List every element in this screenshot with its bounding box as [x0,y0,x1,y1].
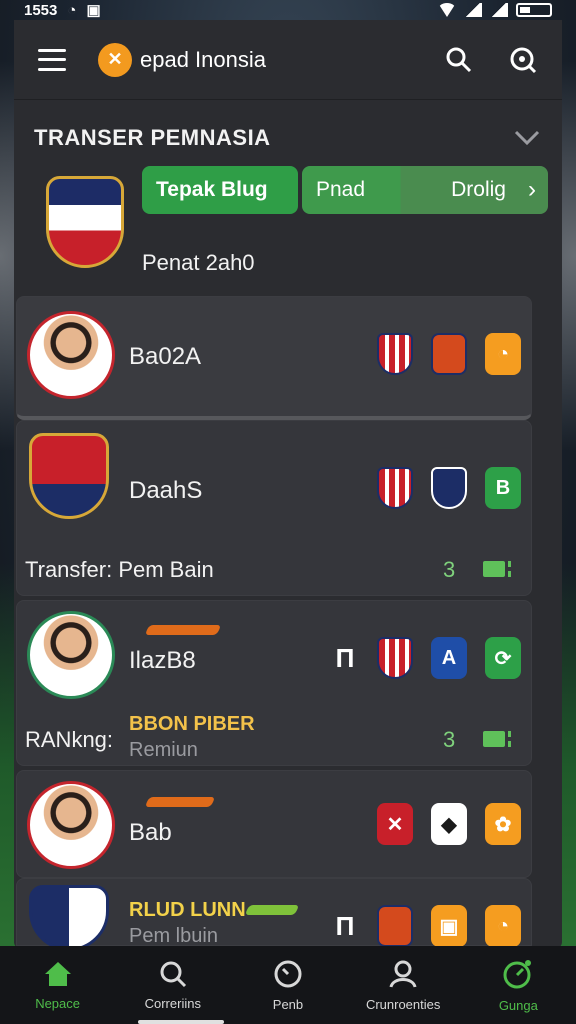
search-button[interactable] [444,45,474,75]
brush-stroke-decoration [144,625,222,635]
badge-b-button[interactable]: B [485,467,521,509]
nav-label: Penb [272,996,304,1012]
player-card[interactable]: IlazB8 Π A ⟳ RANkng: BBON PIBER Remiun 3 [16,600,532,766]
player-card[interactable]: RLUD LUNN Pem lbuin Π ▣ ◔ [16,878,532,951]
pill-secondary-a-label: Pnad [316,178,366,201]
brand: ✕ epad Inonsia [98,42,266,77]
player-name: DaahS [129,477,203,504]
signal-icon [464,3,482,17]
column-icon: Π [335,642,355,673]
notification-icon: ◔ [67,1,77,19]
home-indicator [138,1020,224,1024]
gallery-icon: ▣ [86,2,101,19]
player-name: IlazB8 [129,647,196,674]
team-crest-icon [29,885,109,951]
pill-secondary-b-label: Drolig [451,178,506,201]
app-title: epad Inonsia [140,46,266,72]
nav-search[interactable]: Correriins [118,960,228,1011]
nav-users[interactable]: Crunroenties [348,959,458,1012]
nav-label: Gunga [498,997,538,1013]
nav-clock[interactable]: Penb [233,959,343,1012]
player-avatar [27,311,115,399]
player-card[interactable]: Bab ✕ ◆ ✿ [16,770,532,878]
sub-title: RLUD LUNN [129,899,246,921]
pill-primary-label: Tepak Blug [156,178,268,201]
team-crest-icon [29,433,109,519]
player-name: Bab [129,819,172,846]
count-value: 3 [443,557,456,582]
sub-title: BBON PIBER [129,713,255,735]
nav-stopwatch[interactable]: Gunga [463,958,573,1013]
settings-search-icon [510,47,537,73]
pill-secondary-button[interactable]: Pnad Drolig › [302,166,548,214]
medal-icon[interactable]: ✿ [485,803,521,845]
refresh-icon[interactable]: ⟳ [485,637,521,679]
player-card[interactable]: Ba02A ◔ [16,296,532,420]
clock-icon [274,960,302,987]
status-time: 1553 [24,1,58,19]
team-subtitle: Penat 2ah0 [142,250,255,275]
filter-button[interactable] [508,45,538,75]
brush-stroke-decoration [244,905,300,915]
sub-text: Pem lbuin [129,925,218,947]
search-icon [160,961,186,987]
nav-label: Crunroenties [365,996,441,1012]
search-icon [446,47,472,72]
app-bar: ✕ epad Inonsia [14,20,562,100]
battery-icon [516,3,552,17]
club-badge-icon: ◆ [431,803,467,845]
transfer-line: Transfer: Pem Bain [25,557,214,582]
club-badge-icon: ▣ [431,905,467,947]
tools-icon: ✕ [377,803,413,845]
club-badge-icon [431,333,467,375]
progress-icon [483,731,517,747]
ranking-label: RANkng: [25,727,114,752]
chevron-right-icon: › [528,176,536,203]
club-badge-icon [377,905,413,947]
chevron-down-icon[interactable] [512,123,542,153]
sub-text: Remiun [129,739,198,761]
menu-button[interactable] [38,48,66,71]
player-avatar [27,611,115,699]
pill-primary-button[interactable]: Tepak Blug [142,166,298,214]
player-card[interactable]: DaahS B Transfer: Pem Bain 3 [16,420,532,596]
count-value: 3 [443,727,456,752]
nav-label: Nepace [35,995,80,1011]
stopwatch-icon [503,959,532,988]
bottom-navigation: Nepace Correriins Penb Crunroenties Gung… [0,946,576,1024]
signal-icon-2 [490,3,508,17]
wifi-icon [438,3,456,17]
nav-home[interactable]: Nepace [3,960,113,1011]
status-bar: 1553 ◔ ▣ [0,0,576,20]
stopwatch-icon[interactable]: ◔ [485,333,521,375]
progress-icon [483,561,517,577]
team-crest-icon [46,176,124,268]
club-badge-icon [377,637,413,679]
player-avatar [27,781,115,869]
section-title: TRANSER PEMNASIA [34,125,271,150]
timer-icon[interactable]: ◔ [485,905,521,947]
column-icon: Π [335,910,355,941]
club-badge-icon [431,467,467,509]
brush-stroke-decoration [144,797,216,807]
club-badge-icon [377,467,413,509]
nav-label: Correriins [144,995,201,1011]
player-name: Ba02A [129,343,202,370]
home-icon [44,961,71,986]
users-icon [389,960,417,988]
club-badge-icon [377,333,413,375]
brand-logo-icon: ✕ [98,42,132,77]
badge-a-button[interactable]: A [431,637,467,679]
team-header: Tepak Blug Pnad Drolig › Penat 2ah0 [16,156,548,275]
